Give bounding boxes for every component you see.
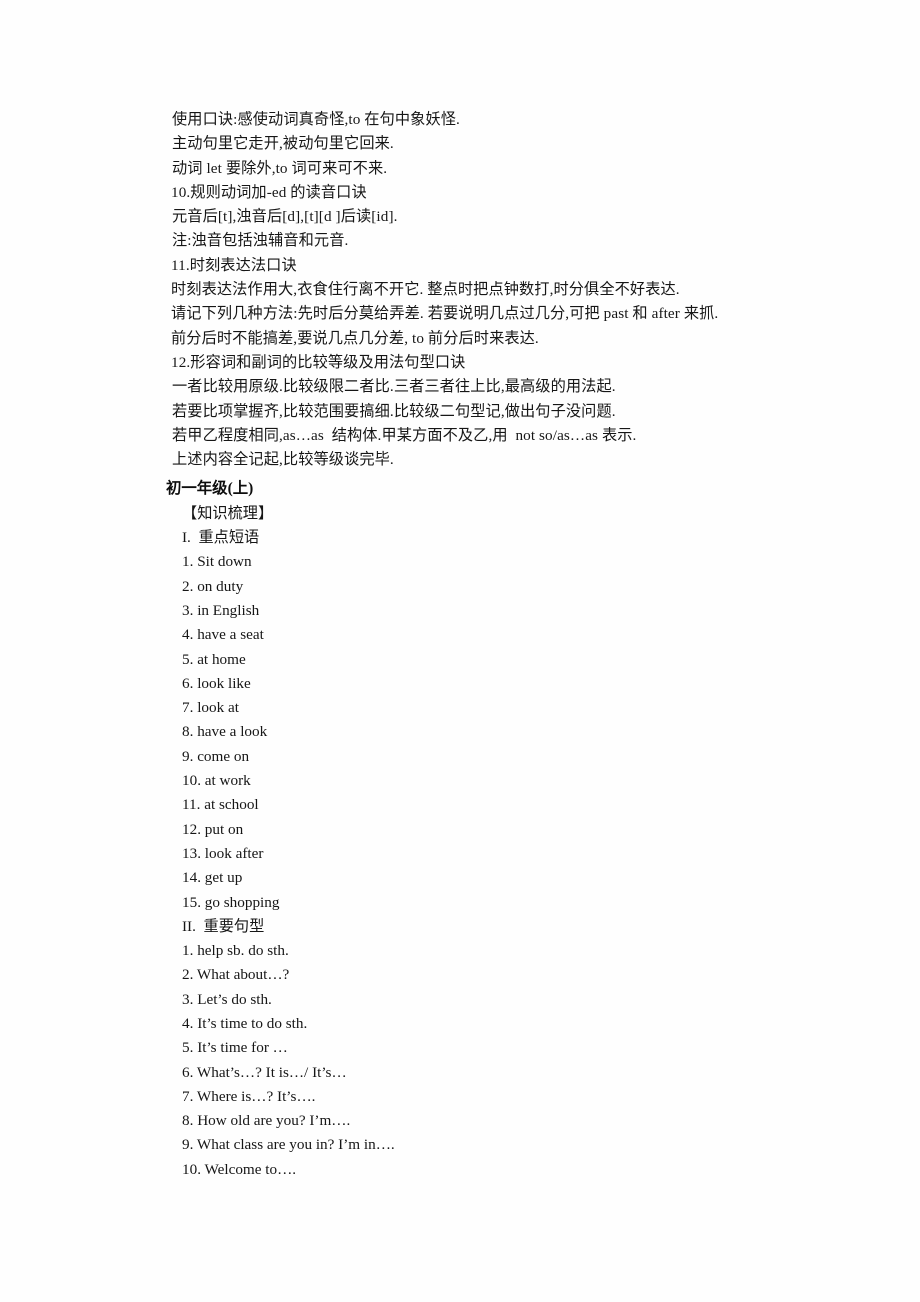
mnemonic-line: 前分后时不能搞差,要说几点几分差, to 前分后时来表达. [171, 329, 539, 347]
list-item: 2. What about…? [182, 966, 290, 984]
mnemonic-line: 若甲乙程度相同,as…as 结构体.甲某方面不及乙,用 not so/as…as… [172, 426, 637, 444]
list-item: 3. in English [182, 601, 260, 619]
list-item: 9. come on [182, 747, 250, 765]
mnemonic-line: 一者比较用原级.比较级限二者比.三者三者往上比,最高级的用法起. [172, 378, 616, 396]
section-sentence-patterns: II. 重要句型 1. help sb. do sth. 2. What abo… [166, 915, 866, 1182]
grade-heading: 初一年级(上) [166, 480, 254, 498]
list-item: 10. at work [182, 772, 251, 790]
list-item: 2. on duty [182, 577, 244, 595]
document-content: 使用口诀:感使动词真奇怪,to 在句中象妖怪. 主动句里它走开,被动句里它回来.… [166, 108, 866, 1182]
mnemonic-line: 动词 let 要除外,to 词可来可不来. [172, 159, 388, 177]
list-item: 14. get up [182, 869, 243, 887]
list-item: 3. Let’s do sth. [182, 990, 272, 1008]
knowledge-review-heading: 【知识梳理】 [182, 504, 274, 522]
mnemonic-line: 时刻表达法作用大,衣食住行离不开它. 整点时把点钟数打,时分俱全不好表达. [171, 281, 680, 299]
list-item: 8. How old are you? I’m…. [182, 1112, 351, 1130]
list-item: 6. look like [182, 674, 251, 692]
list-item: 10. Welcome to…. [182, 1160, 297, 1178]
section-heading: I. 重点短语 [182, 529, 260, 547]
list-item: 7. Where is…? It’s…. [182, 1087, 316, 1105]
list-item: 5. It’s time for … [182, 1039, 288, 1057]
list-item: 11. at school [182, 796, 259, 814]
section-heading: II. 重要句型 [182, 917, 265, 935]
list-item: 4. It’s time to do sth. [182, 1014, 308, 1032]
list-item: 15. go shopping [182, 893, 280, 911]
mnemonic-line: 元音后[t],浊音后[d],[t][d ]后读[id]. [172, 208, 398, 226]
list-item: 1. Sit down [182, 553, 252, 571]
mnemonic-rule-heading: 11.时刻表达法口诀 [171, 256, 297, 274]
mnemonics-block: 使用口诀:感使动词真奇怪,to 在句中象妖怪. 主动句里它走开,被动句里它回来.… [166, 108, 866, 472]
mnemonic-line: 上述内容全记起,比较等级谈完毕. [172, 451, 394, 469]
mnemonic-line: 若要比项掌握齐,比较范围要搞细.比较级二句型记,做出句子没问题. [172, 402, 616, 420]
list-item: 7. look at [182, 699, 239, 717]
mnemonic-rule-heading: 12.形容词和副词的比较等级及用法句型口诀 [171, 353, 466, 371]
list-item: 5. at home [182, 650, 246, 668]
document-page: 使用口诀:感使动词真奇怪,to 在句中象妖怪. 主动句里它走开,被动句里它回来.… [0, 0, 920, 1302]
list-item: 4. have a seat [182, 626, 264, 644]
list-item: 8. have a look [182, 723, 268, 741]
list-item: 12. put on [182, 820, 244, 838]
section-key-phrases: I. 重点短语 1. Sit down 2. on duty 3. in Eng… [166, 526, 866, 915]
list-item: 1. help sb. do sth. [182, 942, 289, 960]
list-item: 6. What’s…? It is…/ It’s… [182, 1063, 347, 1081]
mnemonic-line: 注:浊音包括浊辅音和元音. [172, 232, 349, 250]
mnemonic-line: 主动句里它走开,被动句里它回来. [172, 135, 394, 153]
list-item: 9. What class are you in? I’m in…. [182, 1136, 395, 1154]
mnemonic-rule-heading: 10.规则动词加-ed 的读音口诀 [171, 183, 367, 201]
mnemonic-line: 使用口诀:感使动词真奇怪,to 在句中象妖怪. [172, 111, 460, 128]
mnemonic-line: 请记下列几种方法:先时后分莫给弄差. 若要说明几点过几分,可把 past 和 a… [171, 305, 719, 323]
list-item: 13. look after [182, 844, 264, 862]
